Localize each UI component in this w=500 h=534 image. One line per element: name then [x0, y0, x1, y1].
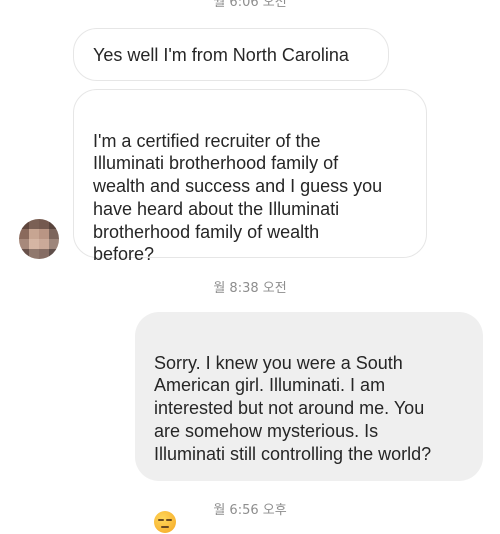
message-text: I'm a certified recruiter of the Illumin…	[93, 130, 383, 265]
message-text: Sorry. I knew you were a South American …	[154, 352, 432, 464]
message-bubble-outgoing[interactable]: Sorry. I knew you were a South American …	[135, 312, 483, 533]
message-bubble-incoming[interactable]: Yes well I'm from North Carolina	[73, 28, 389, 81]
timestamp: 월 6:56 오후	[213, 503, 287, 518]
timestamp: 월 6:06 오전	[213, 0, 287, 10]
timestamp: 월 8:38 오전	[213, 281, 287, 296]
message-text: Yes well I'm from North Carolina	[93, 45, 349, 65]
message-bubble-incoming[interactable]: I'm a certified recruiter of the Illumin…	[73, 89, 427, 264]
avatar[interactable]	[19, 219, 59, 259]
